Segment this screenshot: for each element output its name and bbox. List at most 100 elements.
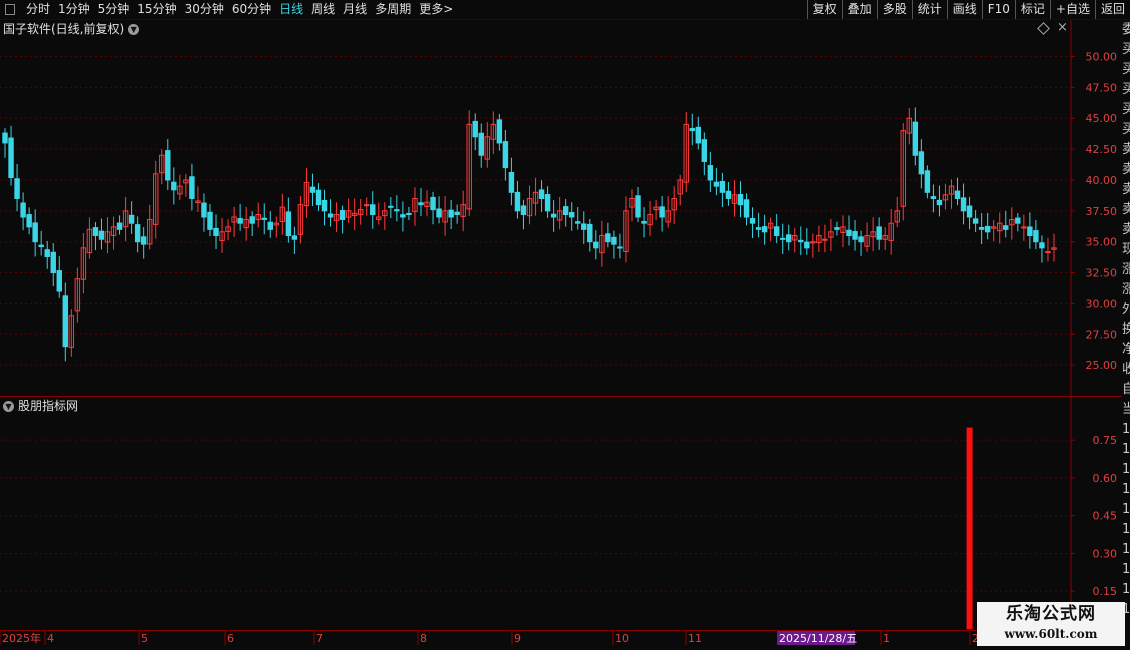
candle-body <box>538 189 545 199</box>
candle-body <box>617 246 623 249</box>
candle-body <box>834 227 840 230</box>
candle-body <box>1027 226 1033 237</box>
right-info-strip: 委买买买买买卖卖卖卖卖现涨涨外换净收自当1111111111 <box>1122 20 1130 630</box>
right-strip-char: 1 <box>1122 502 1130 517</box>
candle-body <box>544 194 551 212</box>
candle-body <box>876 226 882 240</box>
candle-body <box>62 295 69 348</box>
candle-body <box>581 223 587 230</box>
right-strip-char: 当 <box>1122 402 1130 417</box>
stock-title: 国子软件(日线,前复权) <box>3 22 125 36</box>
candle-body <box>406 212 412 216</box>
candle-body <box>858 236 864 243</box>
x-axis-label: 8 <box>420 632 427 645</box>
candle-body <box>605 233 611 243</box>
right-strip-char: 买 <box>1122 62 1130 77</box>
date-highlight-label: 2025/11/28/五 <box>779 632 857 645</box>
candle-body <box>309 186 316 193</box>
candle-body <box>611 236 617 245</box>
candle-body <box>689 128 695 132</box>
candle-body <box>749 218 756 224</box>
right-strip-char: 买 <box>1122 42 1130 57</box>
candle-body <box>56 270 62 292</box>
x-axis-label: 2025年 <box>2 631 41 645</box>
candle-body <box>478 132 484 156</box>
candle-body <box>261 217 267 220</box>
dropdown-circle-icon[interactable]: ▼ <box>128 23 140 35</box>
candle-body <box>966 205 973 218</box>
right-strip-char: 卖 <box>1122 202 1130 217</box>
right-strip-char: 卖 <box>1122 222 1130 237</box>
candle-body <box>26 214 32 228</box>
candle-body <box>520 205 527 216</box>
candle-body <box>237 218 243 224</box>
candle-body <box>641 220 647 224</box>
candle-body <box>1045 251 1051 254</box>
right-strip-char: 1 <box>1122 422 1130 437</box>
candle-body <box>430 196 436 211</box>
price-tick-label: 37.50 <box>1086 205 1118 218</box>
candle-body <box>267 221 273 230</box>
candle-body <box>134 224 141 243</box>
candle-body <box>1033 230 1039 243</box>
candle-body <box>496 119 503 144</box>
main-panel-title: 国子软件(日线,前复权) ▼ <box>3 21 140 37</box>
candle-body <box>659 206 665 218</box>
candle-body <box>364 204 370 207</box>
price-tick-label: 30.00 <box>1086 297 1118 310</box>
right-strip-char: 买 <box>1122 102 1130 117</box>
kline-chart[interactable]: 50.00 47.50 45.00 42.50 40.00 37.50 35.00 32.50… <box>0 0 1130 650</box>
x-axis-label: 1 <box>883 632 890 645</box>
x-axis-label: 6 <box>227 632 234 645</box>
price-tick-label: 27.50 <box>1086 328 1118 341</box>
candle-body <box>116 222 123 230</box>
right-strip-char: 1 <box>1122 562 1130 577</box>
candle-body <box>388 205 394 208</box>
candle-body <box>743 199 750 218</box>
candle-body <box>575 221 581 224</box>
candle-body <box>32 222 38 243</box>
candle-body <box>984 225 991 233</box>
candle-body <box>978 226 985 230</box>
indicator-tick-label: 0.30 <box>1093 547 1118 560</box>
candle-body <box>339 210 346 220</box>
right-strip-char: 外 <box>1122 302 1130 317</box>
candle-body <box>786 234 792 243</box>
right-strip-char: 涨 <box>1122 262 1130 277</box>
candle-body <box>725 190 732 199</box>
candle-body <box>321 199 328 212</box>
candle-body <box>912 121 919 156</box>
right-strip-char: 1 <box>1122 482 1130 497</box>
candle-body <box>695 126 702 144</box>
dropdown-circle-icon[interactable]: ▼ <box>3 400 14 412</box>
candle-body <box>587 223 593 243</box>
candle-body <box>448 209 454 218</box>
sub-panel-title: ▼ 股朋指标网 <box>3 398 78 414</box>
right-strip-char: 1 <box>1122 522 1130 537</box>
candle-body <box>737 194 744 206</box>
watermark-line2: www.60lt.com <box>1004 627 1098 641</box>
right-strip-char: 卖 <box>1122 142 1130 157</box>
right-strip-char: 1 <box>1122 442 1130 457</box>
candle-body <box>370 204 376 216</box>
candle-body <box>918 151 925 175</box>
candle-body <box>315 189 322 206</box>
candle-body <box>128 214 135 224</box>
candle-body <box>44 249 50 258</box>
candle-body <box>562 206 569 216</box>
candle-body <box>165 150 171 181</box>
close-icon[interactable]: × <box>1057 20 1068 35</box>
price-tick-label: 50.00 <box>1086 51 1118 64</box>
right-strip-char: 净 <box>1122 342 1130 357</box>
indicator-tick-label: 0.60 <box>1093 472 1118 485</box>
candle-body <box>394 209 400 212</box>
candle-body <box>852 231 858 240</box>
candle-body <box>472 120 478 138</box>
right-strip-char: 买 <box>1122 82 1130 97</box>
right-strip-char: 1 <box>1122 462 1130 477</box>
right-strip-char: 卖 <box>1122 162 1130 177</box>
candle-body <box>291 235 298 240</box>
price-tick-label: 47.50 <box>1086 81 1118 94</box>
candle-body <box>707 165 714 181</box>
watermark-logo: 乐淘公式网 www.60lt.com <box>977 602 1125 646</box>
